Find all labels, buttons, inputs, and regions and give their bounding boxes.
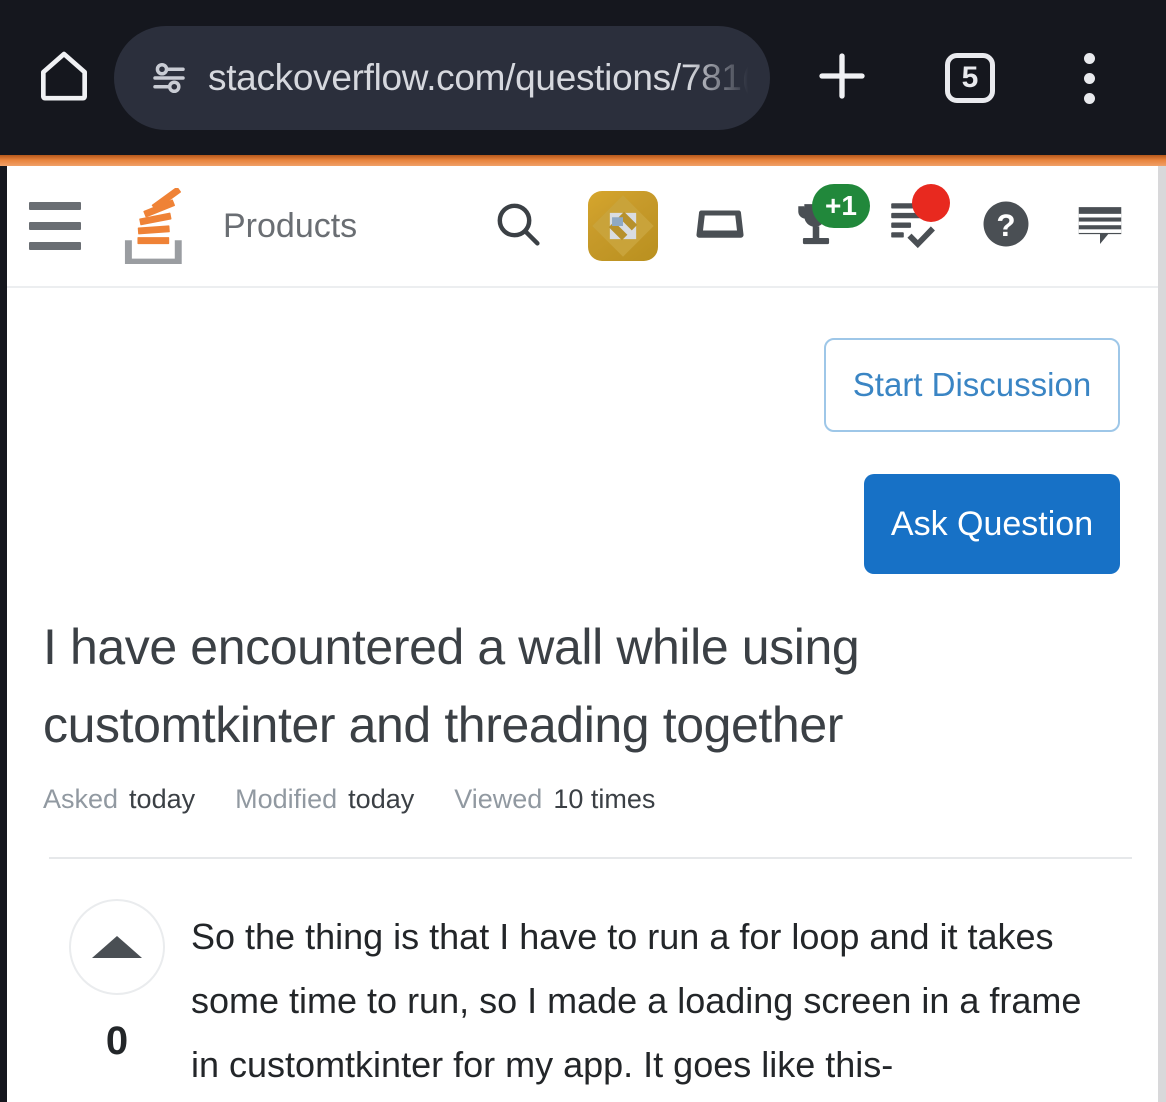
section-divider: [49, 857, 1132, 859]
start-discussion-button[interactable]: Start Discussion: [824, 338, 1120, 432]
meta-viewed-value: 10 times: [553, 784, 656, 814]
inbox-button[interactable]: [672, 166, 768, 286]
url-bar[interactable]: stackoverflow.com/questions/781(: [114, 26, 770, 130]
meta-modified-value: today: [348, 784, 415, 814]
question-page-content: Start Discussion Ask Question I have enc…: [7, 288, 1158, 1097]
ask-question-button[interactable]: Ask Question: [864, 474, 1120, 574]
achievements-button[interactable]: +1: [768, 166, 870, 286]
meta-viewed: Viewed 10 times: [454, 784, 655, 815]
user-avatar-icon: [588, 191, 658, 261]
user-profile-button[interactable]: [574, 166, 672, 286]
kebab-menu-icon: [1083, 52, 1095, 104]
upvote-button[interactable]: [69, 899, 165, 995]
search-icon: [490, 196, 546, 257]
vote-cell: 0: [43, 899, 191, 1097]
meta-asked: Asked today: [43, 784, 195, 815]
new-tab-button[interactable]: [794, 30, 890, 126]
meta-modified-label: Modified: [235, 784, 338, 814]
tab-count: 5: [945, 53, 995, 103]
tab-switcher-button[interactable]: 5: [924, 32, 1016, 124]
stackoverflow-logo-icon: [118, 186, 190, 269]
upvote-arrow-icon: [92, 936, 142, 958]
stackoverflow-header: Products +1 ?: [7, 166, 1158, 288]
home-icon: [33, 45, 95, 112]
home-button[interactable]: [18, 32, 110, 124]
search-button[interactable]: [476, 166, 560, 286]
vote-count: 0: [105, 1019, 129, 1063]
review-notification-badge: [912, 184, 950, 222]
page-title: I have encountered a wall while using cu…: [43, 619, 860, 753]
browser-menu-button[interactable]: [1048, 32, 1130, 124]
meta-asked-label: Asked: [43, 784, 119, 814]
hamburger-menu-button[interactable]: [7, 166, 103, 286]
meta-viewed-label: Viewed: [454, 784, 543, 814]
hamburger-icon: [29, 202, 81, 250]
brand-accent-strip: [0, 155, 1166, 166]
question-body-paragraph: So the thing is that I have to run a for…: [191, 916, 1082, 1086]
meta-asked-value: today: [129, 784, 196, 814]
svg-text:?: ?: [996, 208, 1015, 243]
tune-icon[interactable]: [148, 57, 190, 99]
inbox-icon: [690, 194, 750, 259]
viewport-right-edge: [1158, 166, 1166, 1102]
question-post: 0 So the thing is that I have to run a f…: [43, 899, 1122, 1097]
chat-button[interactable]: [1052, 166, 1148, 286]
nav-products-link[interactable]: Products: [223, 207, 357, 246]
help-circle-icon: ?: [977, 195, 1035, 258]
question-meta: Asked today Modified today Viewed 10 tim…: [43, 784, 1122, 815]
browser-toolbar: stackoverflow.com/questions/781( 5: [0, 0, 1166, 156]
meta-modified: Modified today: [235, 784, 414, 815]
achievements-badge: +1: [812, 184, 870, 228]
page-viewport: Products +1 ? Start Discussion Ask Quest…: [7, 166, 1158, 1102]
plus-icon: [810, 44, 874, 113]
question-body: So the thing is that I have to run a for…: [191, 899, 1122, 1097]
stackoverflow-logo-link[interactable]: [103, 184, 205, 269]
screen: stackoverflow.com/questions/781( 5 Produ…: [0, 0, 1166, 1102]
stack-exchange-chat-icon: [1071, 195, 1129, 258]
question-actions: Start Discussion Ask Question: [43, 288, 1122, 574]
viewport-left-edge: [0, 166, 7, 1102]
review-queue-button[interactable]: [864, 166, 960, 286]
url-text: stackoverflow.com/questions/781(: [208, 57, 754, 98]
help-button[interactable]: ?: [960, 166, 1052, 286]
